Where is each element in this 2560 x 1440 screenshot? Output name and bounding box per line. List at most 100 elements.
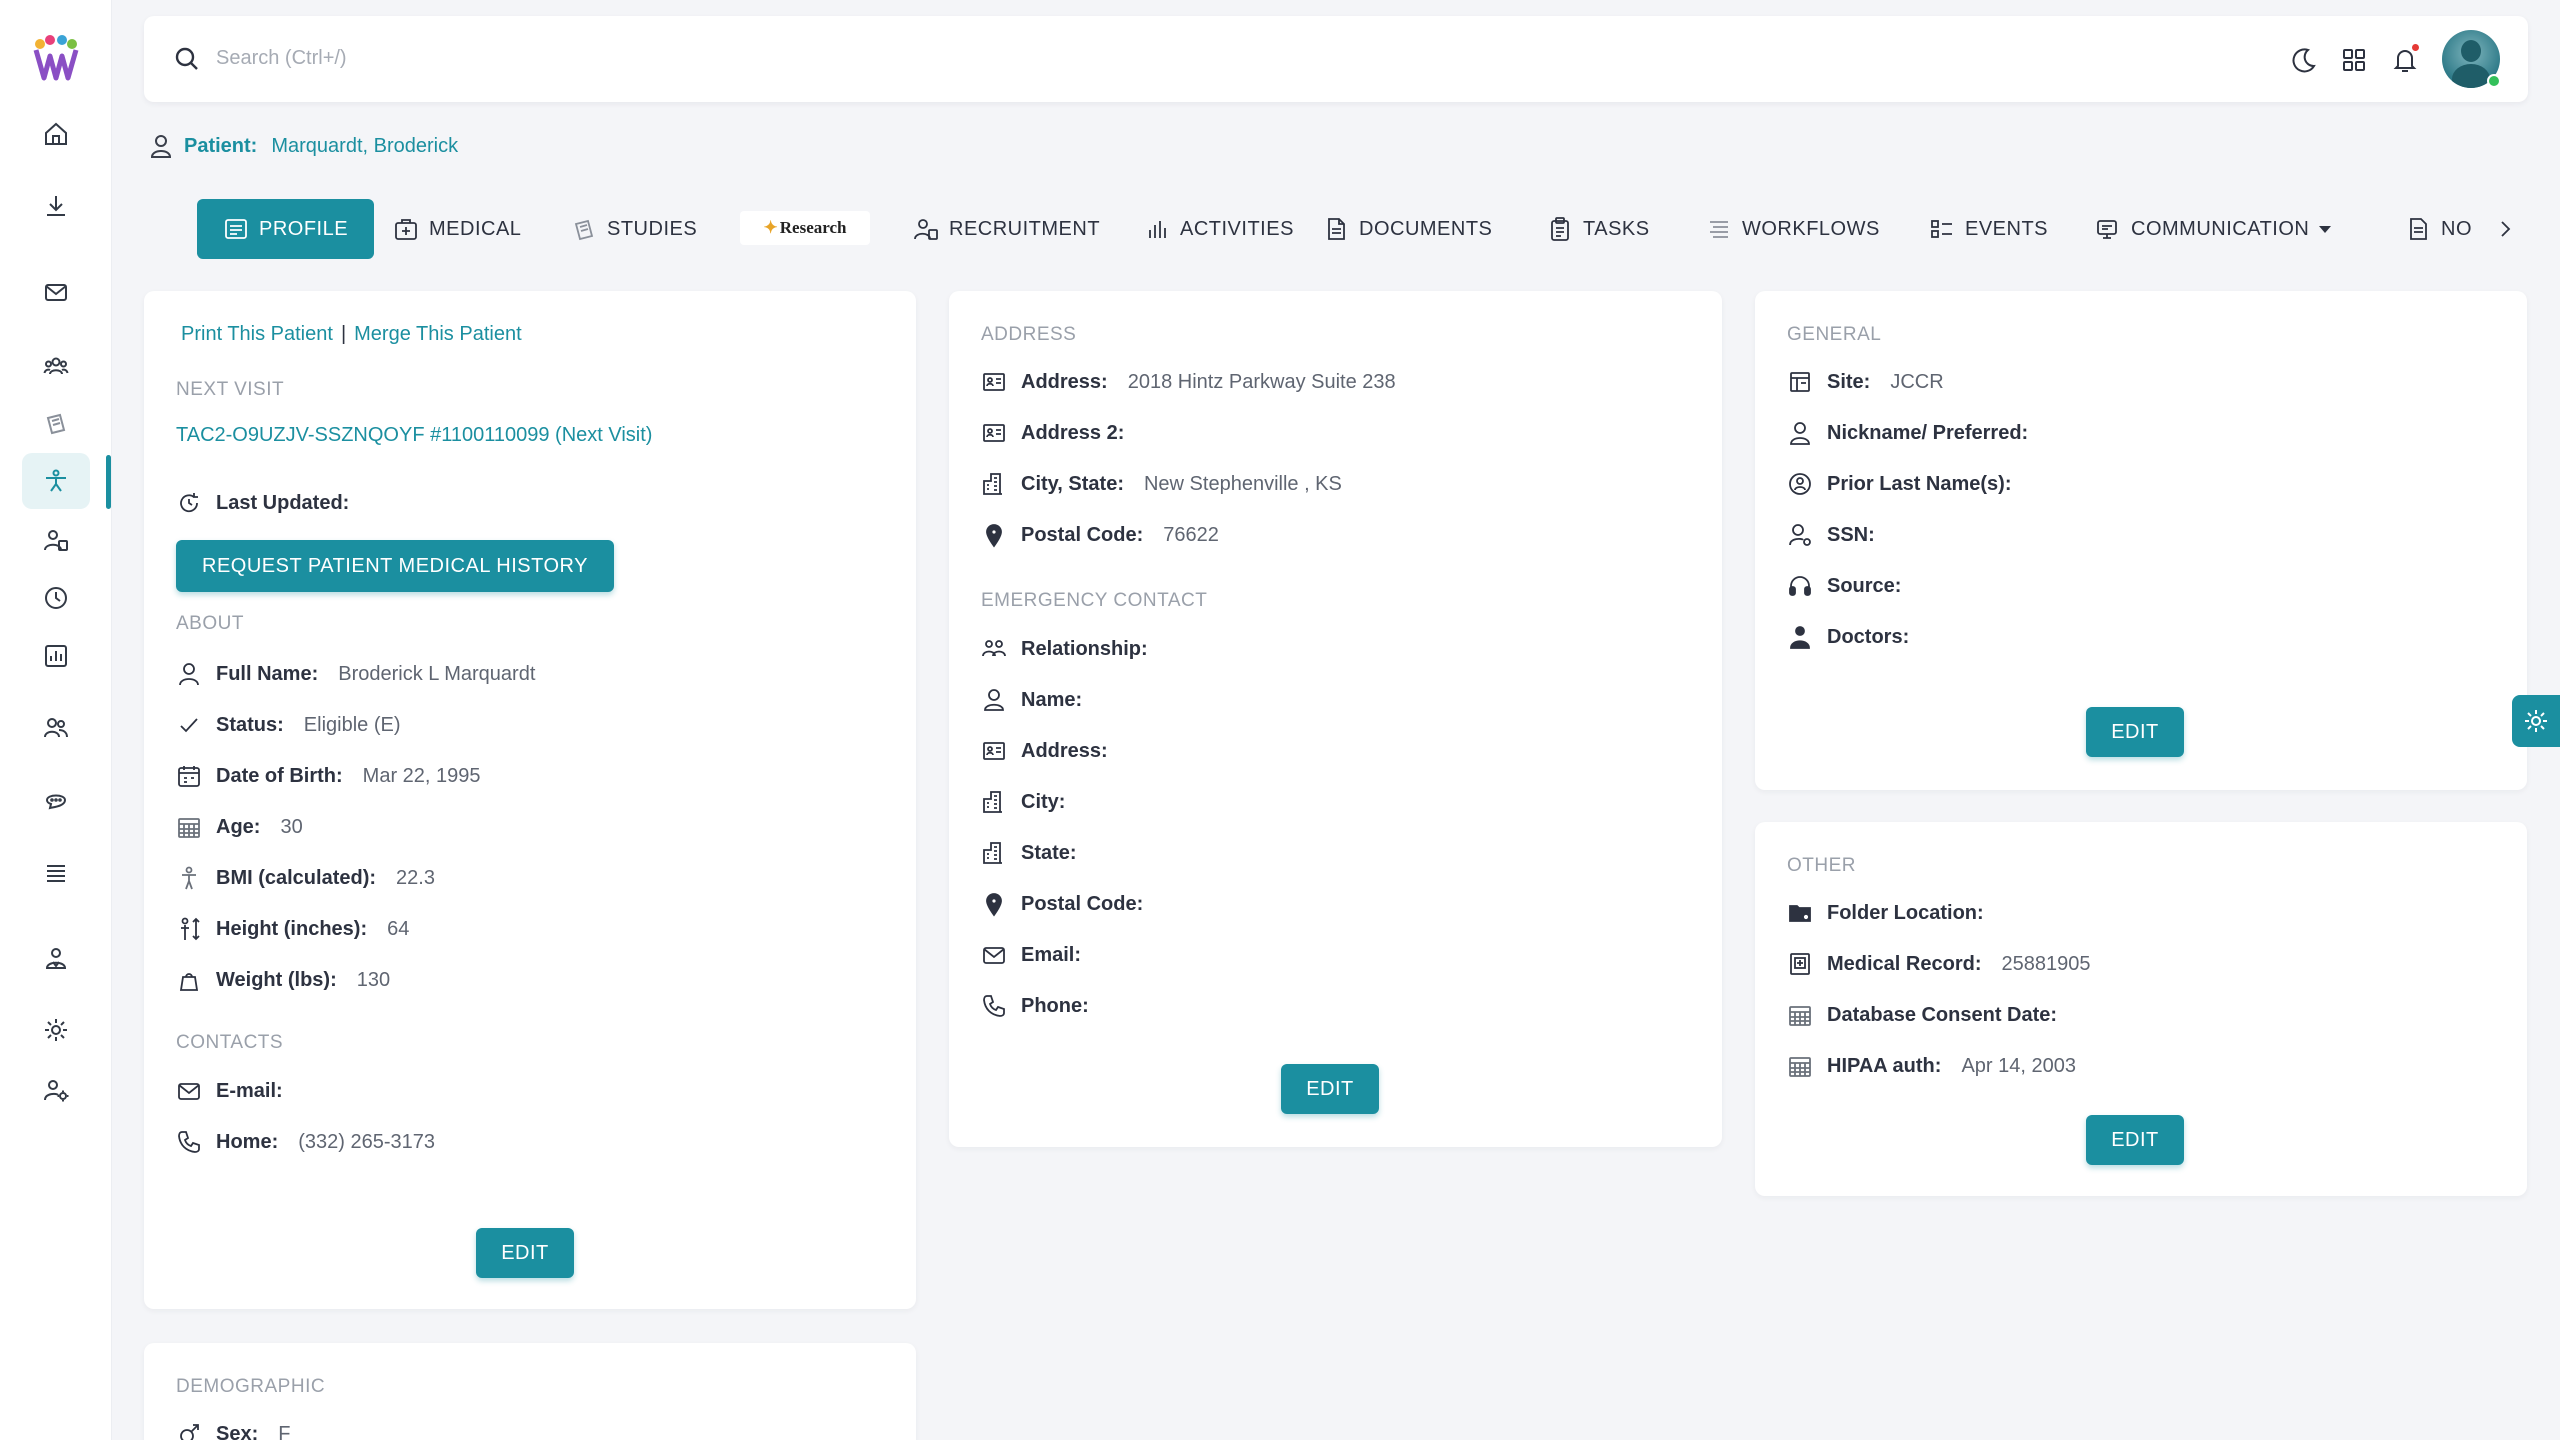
tab-activities[interactable]: ACTIVITIES [1144, 199, 1294, 259]
chevron-right-icon [2501, 221, 2511, 237]
about-row-height: Height (inches): 64 [176, 916, 409, 942]
general-row-site: Site: JCCR [1787, 369, 1944, 395]
notifications-button[interactable] [2389, 42, 2421, 76]
tab-studies[interactable]: STUDIES [571, 199, 697, 259]
general-row-prior-name: Prior Last Name(s): [1787, 471, 2032, 497]
top-bar [144, 16, 2528, 102]
record-icon [1787, 951, 1813, 977]
studies-icon [574, 219, 594, 241]
recruitment-icon [914, 219, 938, 240]
edit-address-button[interactable]: EDIT [1281, 1064, 1379, 1114]
emergency-row-email: Email: [981, 942, 1101, 968]
phone-icon [176, 1129, 202, 1155]
tab-events[interactable]: EVENTS [1929, 199, 2048, 259]
emergency-row-city: City: [981, 789, 1085, 815]
tab-research[interactable]: ✦ Research [740, 211, 870, 245]
tab-notes[interactable]: NO [2405, 199, 2472, 259]
field-label: Date of Birth: [216, 764, 343, 787]
communication-icon [2097, 220, 2117, 239]
calendar-icon [176, 763, 202, 789]
dark-mode-toggle[interactable] [2288, 44, 2320, 76]
theme-settings-button[interactable] [2512, 695, 2560, 747]
field-value: 25881905 [2001, 952, 2091, 975]
print-patient-link[interactable]: Print This Patient [181, 323, 333, 346]
general-row-source: Source: [1787, 573, 1921, 599]
sidebar-history[interactable] [22, 570, 90, 626]
tabs-scroll-right[interactable] [2492, 199, 2518, 259]
sidebar-user-settings[interactable] [22, 1062, 90, 1118]
tab-documents[interactable]: DOCUMENTS [1323, 199, 1492, 259]
next-visit-link[interactable]: TAC2-O9UZJV-SSZNQOYF #1100110099 (Next V… [176, 424, 652, 447]
general-row-ssn: SSN: [1787, 522, 1895, 548]
edit-general-button[interactable]: EDIT [2086, 707, 2184, 757]
badge-icon [1787, 471, 1813, 497]
merge-patient-link[interactable]: Merge This Patient [354, 323, 522, 346]
field-value: Mar 22, 1995 [362, 764, 481, 787]
sidebar-mail[interactable] [22, 264, 90, 320]
document-icon [1328, 218, 1345, 240]
last-updated-label: Last Updated: [216, 491, 350, 514]
emergency-row-postal: Postal Code: [981, 891, 1163, 917]
clock-icon [45, 587, 67, 609]
about-row-full-name: Full Name: Broderick L Marquardt [176, 661, 535, 687]
notes-icon [2410, 218, 2427, 240]
sidebar-list[interactable] [22, 845, 90, 901]
field-value: F [278, 1422, 291, 1440]
tab-medical[interactable]: MEDICAL [393, 199, 521, 259]
sidebar-users[interactable] [22, 700, 90, 756]
sidebar-reports[interactable] [22, 628, 90, 684]
apps-button[interactable] [2338, 44, 2370, 76]
emergency-row-relationship: Relationship: [981, 636, 1168, 662]
events-icon [1931, 220, 1952, 238]
notification-badge [2410, 42, 2421, 53]
sidebar-doctor[interactable] [22, 930, 90, 986]
about-row-status: Status: Eligible (E) [176, 712, 401, 738]
sidebar-chat[interactable] [22, 772, 90, 828]
field-value: Eligible (E) [303, 713, 401, 736]
field-label: Nickname/ Preferred: [1827, 421, 2029, 444]
sidebar-recruitment[interactable] [22, 512, 90, 568]
patient-breadcrumb: Patient: Marquardt, Broderick [148, 133, 458, 159]
patient-name-link[interactable]: Marquardt, Broderick [271, 135, 458, 158]
field-label: City, State: [1021, 472, 1124, 495]
demographic-row-sex: Sex: F [176, 1421, 290, 1440]
request-medical-history-button[interactable]: REQUEST PATIENT MEDICAL HISTORY [176, 540, 614, 592]
tab-recruitment[interactable]: RECRUITMENT [913, 199, 1100, 259]
tab-tasks[interactable]: TASKS [1547, 199, 1650, 259]
clipboard-icon [1551, 217, 1569, 241]
general-row-nickname: Nickname/ Preferred: [1787, 420, 2048, 446]
edit-profile-button[interactable]: EDIT [476, 1228, 574, 1278]
tab-workflows[interactable]: WORKFLOWS [1706, 199, 1880, 259]
height-icon [176, 916, 202, 942]
sidebar-home[interactable] [22, 106, 90, 162]
sidebar-downloads[interactable] [22, 178, 90, 234]
app-logo[interactable] [30, 34, 82, 82]
search-input[interactable] [216, 38, 1016, 78]
demographic-title: DEMOGRAPHIC [176, 1376, 326, 1397]
moon-icon [2292, 48, 2316, 73]
field-label: Medical Record: [1827, 952, 1982, 975]
calendar-grid-icon [1787, 1002, 1813, 1028]
tab-profile[interactable]: PROFILE [197, 199, 375, 259]
group-icon [43, 357, 69, 375]
sidebar-studies[interactable] [22, 396, 90, 452]
recruitment-icon [44, 530, 68, 551]
users-icon [44, 718, 68, 738]
general-row-doctors: Doctors: [1787, 624, 1929, 650]
sidebar-patient-profile[interactable] [22, 453, 90, 509]
sidebar [0, 0, 112, 1440]
sidebar-settings[interactable] [22, 1002, 90, 1058]
sidebar-patients-group[interactable] [22, 338, 90, 394]
tab-label: WORKFLOWS [1742, 217, 1880, 240]
address-contact-card: ADDRESS Address: 2018 Hintz Parkway Suit… [949, 291, 1722, 1147]
field-label: City: [1021, 790, 1066, 813]
user-icon [150, 135, 172, 158]
tab-communication[interactable]: COMMUNICATION [2095, 199, 2332, 259]
calendar-grid-icon [1787, 1053, 1813, 1079]
about-row-dob: Date of Birth: Mar 22, 1995 [176, 763, 481, 789]
grid-icon [2343, 49, 2365, 71]
chevron-down-icon [2319, 225, 2332, 233]
pin-icon [981, 891, 1007, 917]
edit-other-button[interactable]: EDIT [2086, 1115, 2184, 1165]
person-star-icon [46, 469, 66, 492]
